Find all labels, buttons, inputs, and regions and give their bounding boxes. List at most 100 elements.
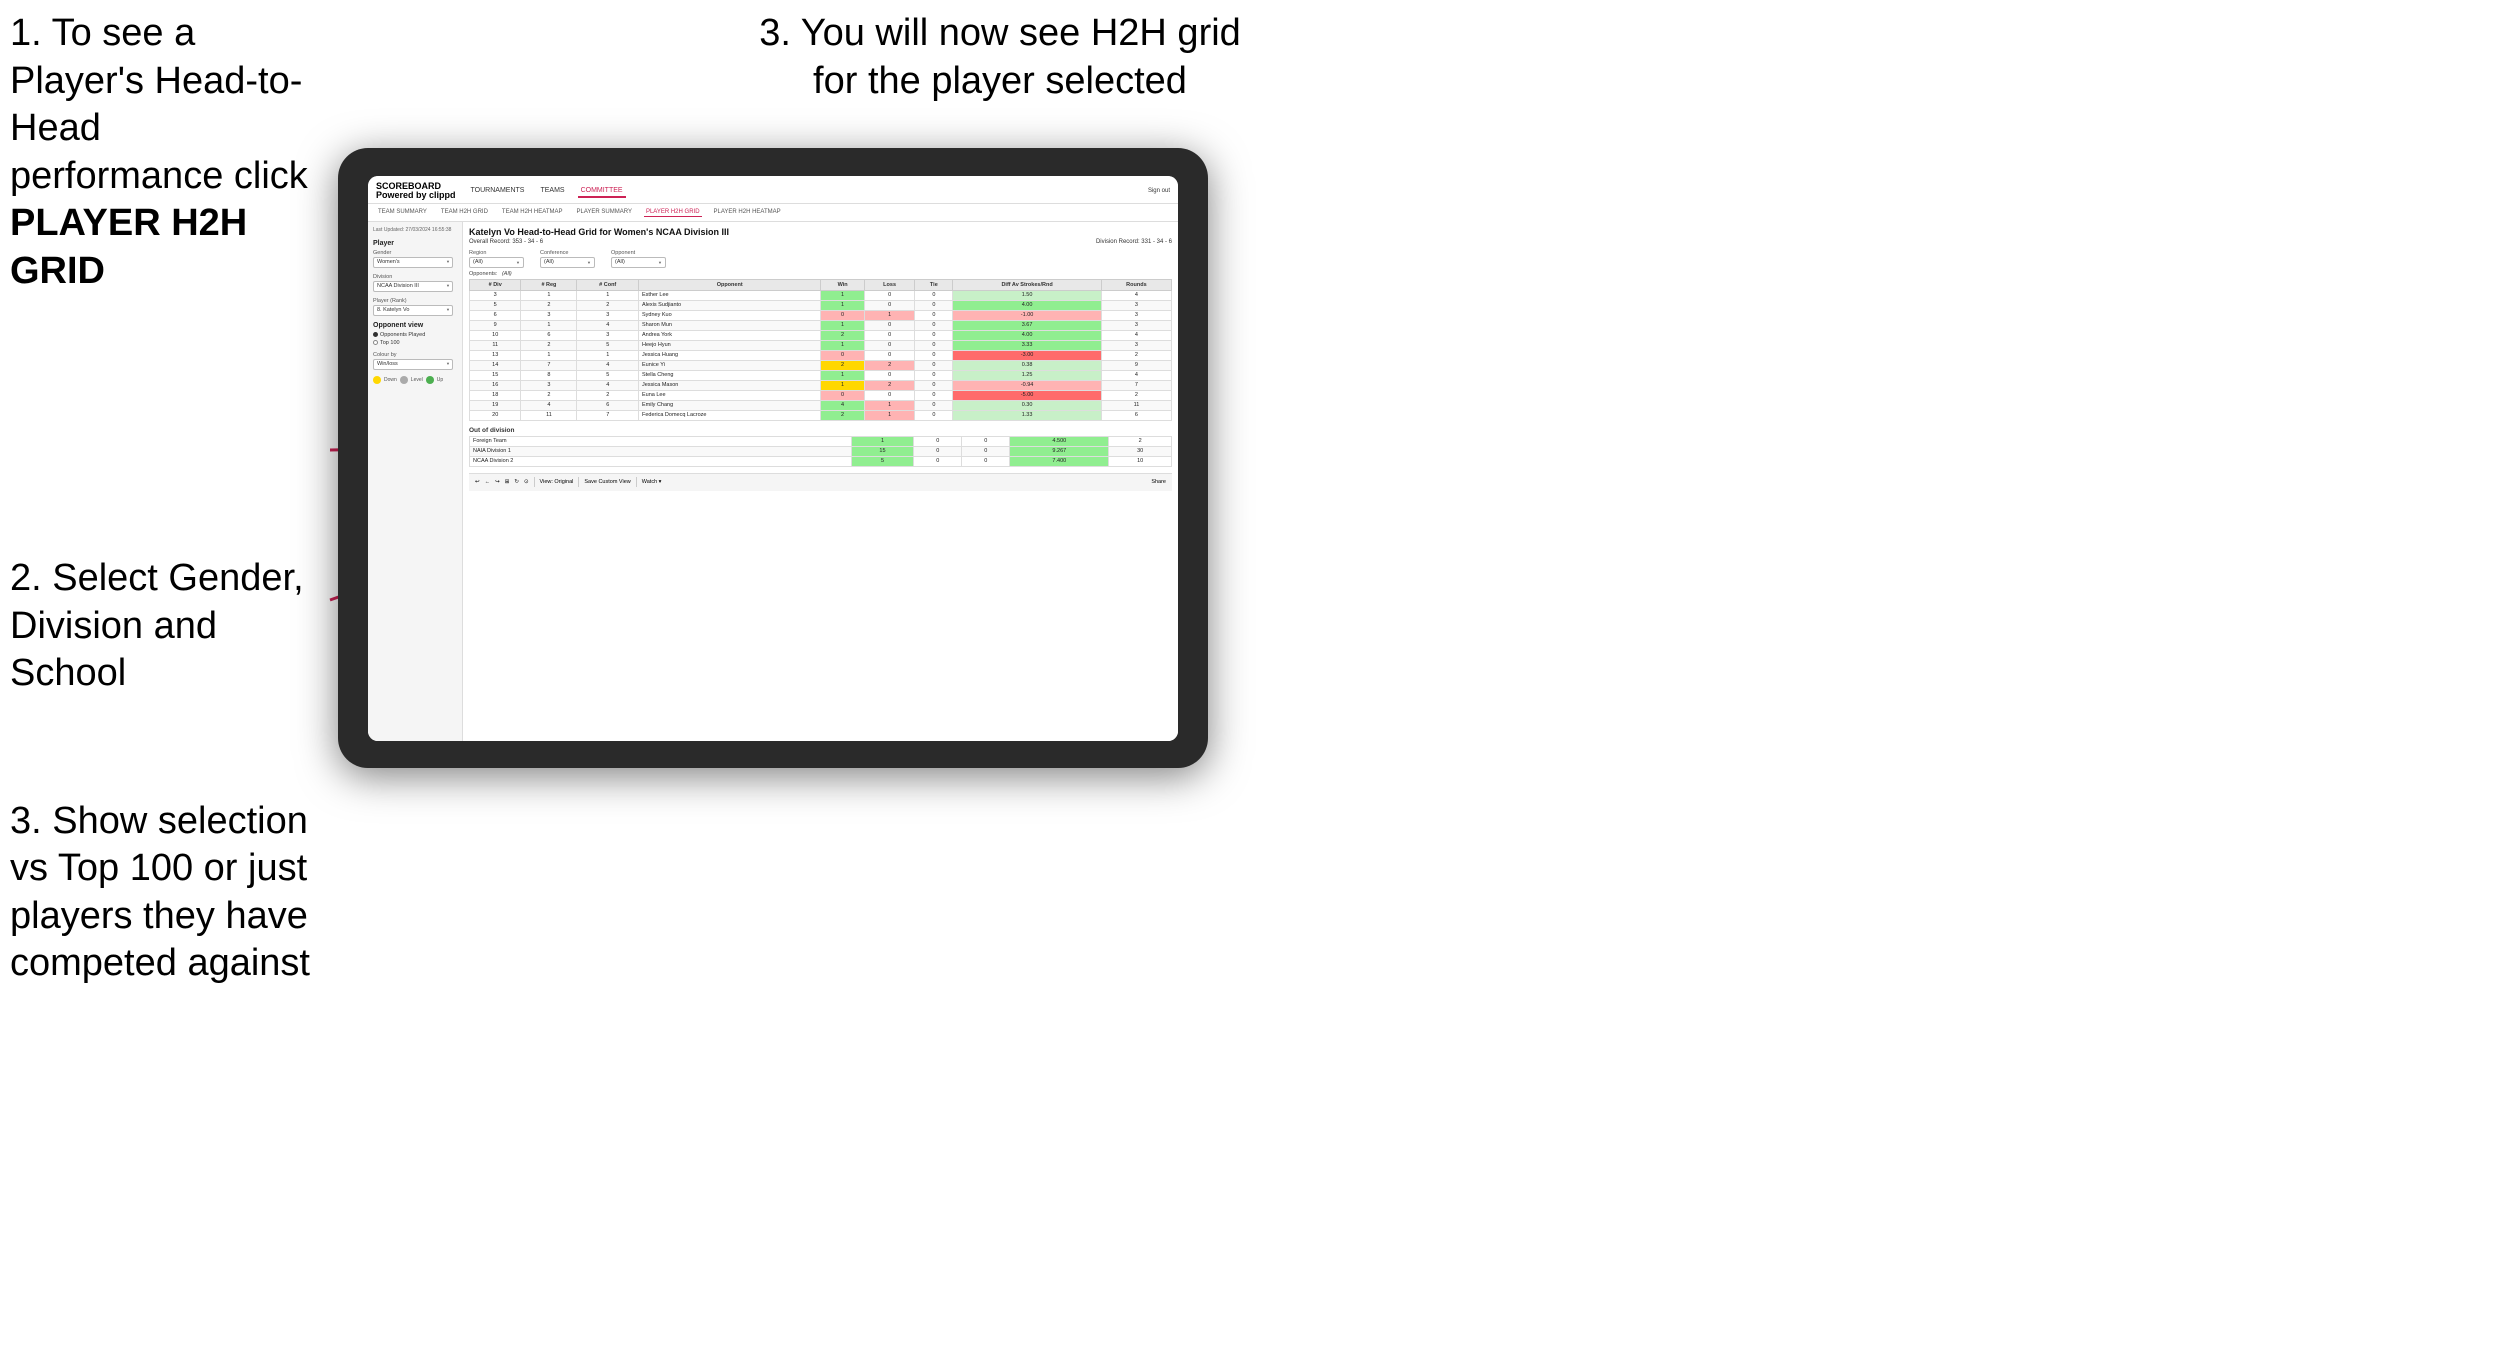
opponents-label: Opponents: (All) [469,271,1172,277]
toolbar-watch[interactable]: Watch ▾ [642,479,662,485]
conference-filter: Conference (All) [540,250,595,268]
cell-loss: 1 [864,400,915,410]
main-content: Last Updated: 27/03/2024 16:55:38 Player… [368,222,1178,741]
records-row: Overall Record: 353 - 34 - 6 Division Re… [469,239,1172,245]
out-div-win: 5 [851,456,914,466]
toolbar-target[interactable]: ⊙ [524,479,529,485]
cell-win: 1 [821,320,864,330]
opponent-view-label: Opponent view [373,322,457,329]
radio-dot-opponents [373,332,378,337]
region-filter: Region (All) [469,250,524,268]
subnav-team-h2h-grid[interactable]: TEAM H2H GRID [439,208,490,216]
region-select[interactable]: (All) [469,257,524,268]
filter-row: Region (All) Conference (All) Opponent [469,250,1172,268]
cell-win: 1 [821,370,864,380]
cell-div: 10 [470,330,521,340]
out-div-diff: 7.400 [1010,456,1109,466]
cell-opponent: Eunice Yi [638,360,820,370]
col-diff: Diff Av Strokes/Rnd [953,279,1102,290]
subnav-player-summary[interactable]: PLAYER SUMMARY [574,208,633,216]
col-rounds: Rounds [1101,279,1171,290]
cell-tie: 0 [915,400,953,410]
division-select[interactable]: NCAA Division III [373,281,453,292]
cell-conf: 2 [577,390,639,400]
legend-up-dot [426,376,434,384]
col-tie: Tie [915,279,953,290]
cell-opponent: Federica Domecq Lacroze [638,410,820,420]
table-row: 14 7 4 Eunice Yi 2 2 0 0.38 9 [470,360,1172,370]
radio-top100[interactable]: Top 100 [373,340,457,346]
toolbar-undo[interactable]: ↩ [475,479,480,485]
cell-tie: 0 [915,300,953,310]
out-div-loss: 0 [914,436,962,446]
cell-win: 1 [821,380,864,390]
gender-label: Gender [373,250,457,256]
cell-tie: 0 [915,370,953,380]
subnav-team-summary[interactable]: TEAM SUMMARY [376,208,429,216]
cell-diff: -1.00 [953,310,1102,320]
col-win: Win [821,279,864,290]
subnav-player-h2h-grid[interactable]: PLAYER H2H GRID [644,208,702,217]
cell-diff: 1.50 [953,290,1102,300]
cell-loss: 0 [864,340,915,350]
out-div-diff: 9.267 [1010,446,1109,456]
cell-div: 9 [470,320,521,330]
cell-rounds: 4 [1101,330,1171,340]
nav-sign-out[interactable]: Sign out [1148,188,1170,194]
toolbar-divider1 [534,477,535,487]
gender-select[interactable]: Women's [373,257,453,268]
table-row: 19 4 6 Emily Chang 4 1 0 0.30 11 [470,400,1172,410]
cell-opponent: Emily Chang [638,400,820,410]
cell-div: 18 [470,390,521,400]
cell-opponent: Sharon Mun [638,320,820,330]
cell-diff: -5.00 [953,390,1102,400]
cell-tie: 0 [915,410,953,420]
opponent-select[interactable]: (All) [611,257,666,268]
table-row: 13 1 1 Jessica Huang 0 0 0 -3.00 2 [470,350,1172,360]
last-updated: Last Updated: 27/03/2024 16:55:38 [373,227,457,234]
cell-rounds: 3 [1101,340,1171,350]
radio-opponents-played[interactable]: Opponents Played [373,332,457,338]
toolbar-view-original[interactable]: View: Original [540,479,574,485]
opponent-view-section: Opponent view Opponents Played Top 100 [373,322,457,346]
toolbar-back[interactable]: ← [485,479,491,485]
cell-conf: 3 [577,330,639,340]
cell-win: 1 [821,340,864,350]
colour-by-select[interactable]: Win/loss [373,359,453,370]
toolbar-redo[interactable]: ↪ [495,479,500,485]
cell-opponent: Heejo Hyun [638,340,820,350]
colour-by-label: Colour by [373,352,457,358]
cell-reg: 3 [521,310,577,320]
cell-opponent: Esther Lee [638,290,820,300]
toolbar-share[interactable]: Share [1151,479,1166,485]
out-div-win: 1 [851,436,914,446]
toolbar-refresh[interactable]: ↻ [514,479,519,485]
nav-teams[interactable]: TEAMS [537,185,567,198]
cell-reg: 3 [521,380,577,390]
cell-win: 4 [821,400,864,410]
toolbar-save-custom[interactable]: Save Custom View [584,479,630,485]
out-div-tie: 0 [962,456,1010,466]
toolbar-grid[interactable]: ⊞ [505,479,510,485]
nav-tournaments[interactable]: TOURNAMENTS [468,185,528,198]
nav-committee[interactable]: COMMITTEE [578,185,626,198]
legend-level-dot [400,376,408,384]
cell-loss: 0 [864,390,915,400]
cell-reg: 4 [521,400,577,410]
conference-select[interactable]: (All) [540,257,595,268]
out-div-diff: 4.500 [1010,436,1109,446]
cell-loss: 2 [864,380,915,390]
colour-legend: Down Level Up [373,376,457,384]
cell-conf: 2 [577,300,639,310]
table-row: 5 2 2 Alexis Sudjianto 1 0 0 4.00 3 [470,300,1172,310]
cell-diff: 0.30 [953,400,1102,410]
cell-diff: 1.25 [953,370,1102,380]
cell-conf: 4 [577,360,639,370]
subnav-team-h2h-heatmap[interactable]: TEAM H2H HEATMAP [500,208,565,216]
table-row: 11 2 5 Heejo Hyun 1 0 0 3.33 3 [470,340,1172,350]
player-rank-select[interactable]: 8. Katelyn Vo [373,305,453,316]
cell-conf: 3 [577,310,639,320]
subnav-player-h2h-heatmap[interactable]: PLAYER H2H HEATMAP [712,208,783,216]
cell-win: 2 [821,330,864,340]
out-div-tie: 0 [962,436,1010,446]
